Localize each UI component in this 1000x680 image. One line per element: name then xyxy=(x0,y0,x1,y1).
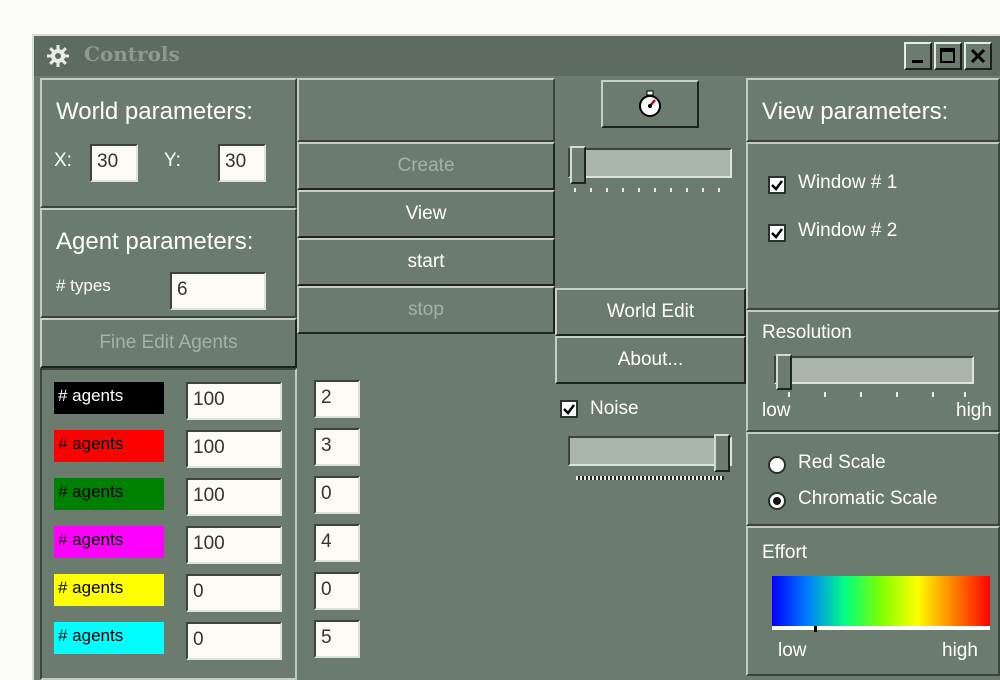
window2-checkbox[interactable] xyxy=(768,224,786,242)
close-icon xyxy=(970,48,986,64)
red-scale-label: Red Scale xyxy=(798,452,886,473)
effort-high-label: high xyxy=(942,640,978,661)
speed-slider-ticks xyxy=(574,188,720,192)
resolution-slider-thumb[interactable] xyxy=(776,354,792,390)
chromatic-scale-label: Chromatic Scale xyxy=(798,488,938,509)
minimize-icon xyxy=(912,60,923,63)
x-input[interactable]: 30 xyxy=(90,144,138,182)
checkmark-icon xyxy=(771,180,783,191)
world-parameters-heading: World parameters: xyxy=(56,98,253,125)
agent-count-input-black[interactable]: 100 xyxy=(186,382,282,420)
noise-slider-thumb[interactable] xyxy=(714,434,730,472)
agent-value-input-red[interactable]: 3 xyxy=(314,428,360,466)
timer-button[interactable] xyxy=(601,80,699,128)
effort-gradient-bar xyxy=(772,576,990,626)
noise-label: Noise xyxy=(590,398,639,419)
resolution-high-label: high xyxy=(956,400,992,421)
about-button[interactable]: About... xyxy=(555,336,746,384)
effort-low-label: low xyxy=(778,640,807,661)
noise-slider-ticks xyxy=(576,476,724,480)
start-button[interactable]: start xyxy=(297,238,555,286)
agent-count-input-green[interactable]: 100 xyxy=(186,478,282,516)
resolution-slider-track[interactable] xyxy=(774,356,974,384)
effort-baseline xyxy=(772,626,990,630)
create-button[interactable]: Create xyxy=(297,142,555,190)
agent-color-label-green: # agents xyxy=(54,478,164,510)
agent-color-label-magenta: # agents xyxy=(54,526,164,558)
agent-value-input-magenta[interactable]: 4 xyxy=(314,524,360,562)
title-bar[interactable]: Controls xyxy=(34,36,1000,76)
stop-button[interactable]: stop xyxy=(297,286,555,334)
agent-parameters-heading: Agent parameters: xyxy=(56,228,254,255)
agent-count-input-yellow[interactable]: 0 xyxy=(186,574,282,612)
agent-value-input-cyan[interactable]: 5 xyxy=(314,620,360,658)
maximize-button[interactable] xyxy=(934,42,962,70)
resolution-low-label: low xyxy=(762,400,791,421)
resolution-slider-ticks xyxy=(788,392,966,397)
speed-slider-thumb[interactable] xyxy=(570,146,586,184)
windows-panel: Window # 1 Window # 2 xyxy=(746,142,1000,310)
top-empty-panel xyxy=(297,78,555,142)
maximize-icon xyxy=(940,48,955,63)
window1-label: Window # 1 xyxy=(798,172,898,193)
agent-value-input-black[interactable]: 2 xyxy=(314,380,360,418)
agent-color-label-yellow: # agents xyxy=(54,574,164,606)
types-input[interactable]: 6 xyxy=(170,272,266,310)
window-title: Controls xyxy=(84,42,180,66)
agent-color-label-red: # agents xyxy=(54,430,164,462)
view-parameters-heading: View parameters: xyxy=(762,98,949,125)
speed-slider-track[interactable] xyxy=(568,148,732,178)
close-button[interactable] xyxy=(964,42,992,70)
agent-color-label-black: # agents xyxy=(54,382,164,414)
red-scale-radio[interactable] xyxy=(768,456,786,474)
noise-checkbox[interactable] xyxy=(560,400,578,418)
minimize-button[interactable] xyxy=(904,42,932,70)
view-parameters-header-panel: View parameters: xyxy=(746,78,1000,142)
window2-label: Window # 2 xyxy=(798,220,898,241)
window1-checkbox[interactable] xyxy=(768,176,786,194)
x-label: X: xyxy=(54,150,72,171)
agent-value-input-yellow[interactable]: 0 xyxy=(314,572,360,610)
agent-count-input-cyan[interactable]: 0 xyxy=(186,622,282,660)
scale-panel: Red Scale Chromatic Scale xyxy=(746,432,1000,526)
world-edit-button[interactable]: World Edit xyxy=(555,288,746,336)
resolution-heading: Resolution xyxy=(762,322,852,343)
resolution-panel: Resolution low high xyxy=(746,310,1000,432)
agent-color-label-cyan: # agents xyxy=(54,622,164,654)
checkmark-icon xyxy=(563,404,575,415)
agent-parameters-panel: Agent parameters: # types 6 xyxy=(40,208,297,318)
world-parameters-panel: World parameters: X: 30 Y: 30 xyxy=(40,78,297,208)
y-label: Y: xyxy=(164,150,181,171)
checkmark-icon xyxy=(771,228,783,239)
effort-heading: Effort xyxy=(762,542,808,563)
view-button[interactable]: View xyxy=(297,190,555,238)
agent-value-input-green[interactable]: 0 xyxy=(314,476,360,514)
y-input[interactable]: 30 xyxy=(218,144,266,182)
chromatic-scale-radio[interactable] xyxy=(768,492,786,510)
effort-panel: Effort low high xyxy=(746,526,1000,676)
agent-count-input-red[interactable]: 100 xyxy=(186,430,282,468)
stopwatch-icon xyxy=(639,90,661,117)
noise-slider-track[interactable] xyxy=(568,436,732,466)
gear-icon[interactable] xyxy=(46,44,70,68)
types-label: # types xyxy=(56,276,111,295)
effort-marker xyxy=(814,626,817,632)
controls-window: Controls World parameters: X: 30 Y: 30 A… xyxy=(32,34,1000,680)
agent-count-input-magenta[interactable]: 100 xyxy=(186,526,282,564)
fine-edit-agents-button[interactable]: Fine Edit Agents xyxy=(40,318,297,368)
